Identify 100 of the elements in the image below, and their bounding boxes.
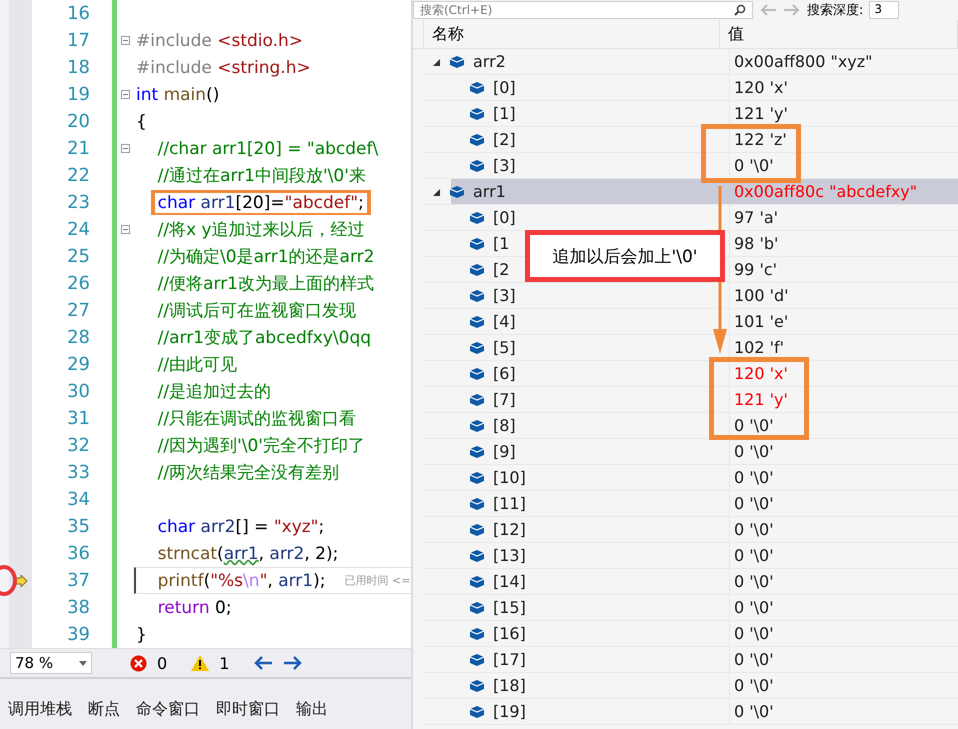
collapse-icon[interactable]	[121, 225, 130, 234]
code-line: //为确定\0是arr1的还是arr2	[156, 246, 376, 269]
forward-arrow-icon[interactable]	[283, 655, 304, 671]
variable-icon	[449, 184, 465, 198]
code-line: //char arr1[20] = "abcdef\	[156, 138, 380, 160]
variable-value: 0 '\0'	[733, 441, 775, 463]
variable-value: 100 'd'	[733, 285, 790, 307]
variable-name: [18]	[493, 676, 526, 695]
variable-name: [4]	[493, 312, 516, 331]
line-number: 39	[66, 624, 91, 645]
variable-icon	[469, 470, 485, 484]
variable-name: [15]	[493, 598, 526, 617]
line-number: 16	[66, 3, 91, 24]
variable-icon	[469, 548, 485, 562]
variable-name: [17]	[493, 650, 526, 669]
watch-row[interactable]: [16] 0 '\0'	[423, 621, 958, 647]
code-line: char arr2[] = "xyz";	[156, 516, 326, 538]
line-number: 24	[66, 219, 91, 240]
variable-value: 102 'f'	[733, 337, 786, 359]
collapse-icon[interactable]	[121, 144, 130, 153]
watch-row[interactable]: [3] 100 'd'	[423, 283, 958, 309]
variable-icon	[469, 704, 485, 718]
warning-count[interactable]: 1	[219, 654, 230, 672]
variable-value: 121 'y'	[733, 103, 789, 125]
annotation-callout: 追加以后会加上'\0'	[525, 230, 725, 282]
panel-tab[interactable]: 命令窗口	[136, 689, 200, 729]
watch-row[interactable]: [19] 0 '\0'	[423, 699, 958, 725]
watch-row[interactable]: [0] 97 'a'	[423, 205, 958, 231]
watch-row[interactable]: [3] 0 '\0'	[423, 153, 958, 179]
variable-icon	[469, 678, 485, 692]
watch-row[interactable]: [14] 0 '\0'	[423, 569, 958, 595]
search-icon	[734, 4, 746, 16]
line-number: 35	[66, 516, 91, 537]
column-header[interactable]: 名称	[423, 20, 720, 48]
variable-value: 122 'z'	[733, 129, 788, 151]
panel-tab[interactable]: 断点	[88, 689, 120, 729]
watch-row[interactable]: arr1 0x00aff80c "abcdefxy"	[423, 179, 958, 205]
collapse-arrow-icon[interactable]	[431, 56, 441, 66]
variable-name: [3]	[493, 156, 516, 175]
watch-row[interactable]: [7] 121 'y'	[423, 387, 958, 413]
variable-value: 0 '\0'	[733, 597, 775, 619]
column-header[interactable]: 值	[720, 20, 958, 48]
variable-name: [14]	[493, 572, 526, 591]
watch-row[interactable]: [6] 120 'x'	[423, 361, 958, 387]
watch-row[interactable]: [17] 0 '\0'	[423, 647, 958, 673]
zoom-dropdown[interactable]: 78 %	[10, 652, 92, 674]
code-line: #include <stdio.h>	[136, 30, 304, 52]
collapse-arrow-icon[interactable]	[431, 186, 441, 196]
variable-icon	[469, 314, 485, 328]
panel-tab[interactable]: 调用堆栈	[8, 689, 72, 729]
collapse-icon[interactable]	[121, 36, 130, 45]
error-icon	[130, 654, 147, 672]
watch-row[interactable]: [15] 0 '\0'	[423, 595, 958, 621]
variable-icon	[469, 522, 485, 536]
variable-icon	[469, 626, 485, 640]
line-number: 17	[66, 30, 91, 51]
variable-name: [12]	[493, 520, 526, 539]
line-number: 19	[66, 84, 91, 105]
watch-row[interactable]: [18] 0 '\0'	[423, 673, 958, 699]
watch-row[interactable]: [5] 102 'f'	[423, 335, 958, 361]
watch-row[interactable]: [2] 122 'z'	[423, 127, 958, 153]
variable-value: 0x00aff800 "xyz"	[733, 51, 874, 73]
code-line: //由此可见	[156, 354, 238, 377]
line-number: 22	[66, 165, 91, 186]
watch-row[interactable]: [11] 0 '\0'	[423, 491, 958, 517]
watch-row[interactable]: [9] 0 '\0'	[423, 439, 958, 465]
watch-row[interactable]: [4] 101 'e'	[423, 309, 958, 335]
line-number: 36	[66, 543, 91, 564]
variable-name: [1]	[493, 104, 516, 123]
search-depth-field[interactable]: 3	[869, 1, 900, 19]
collapse-icon[interactable]	[121, 90, 130, 99]
watch-row[interactable]: [8] 0 '\0'	[423, 413, 958, 439]
variable-icon	[469, 340, 485, 354]
watch-row[interactable]: [1] 121 'y'	[423, 101, 958, 127]
variable-value: 0 '\0'	[733, 649, 775, 671]
watch-row[interactable]: arr2 0x00aff800 "xyz"	[423, 49, 958, 75]
line-number: 32	[66, 435, 91, 456]
back-arrow-icon[interactable]	[253, 655, 274, 671]
code-line: //因为遇到'\0'完全不打印了	[156, 435, 366, 458]
variable-icon	[469, 366, 485, 380]
variable-icon	[469, 106, 485, 120]
variable-value: 0 '\0'	[733, 415, 775, 437]
variable-value: 0 '\0'	[733, 467, 775, 489]
panel-tab[interactable]: 输出	[296, 689, 328, 729]
variable-name: [9]	[493, 442, 516, 461]
watch-row[interactable]: [0] 120 'x'	[423, 75, 958, 101]
variable-icon	[469, 80, 485, 94]
variable-value: 0 '\0'	[733, 545, 775, 567]
error-count[interactable]: 0	[157, 654, 168, 672]
watch-row[interactable]: [12] 0 '\0'	[423, 517, 958, 543]
variable-value: 99 'c'	[733, 259, 778, 281]
watch-row[interactable]: [13] 0 '\0'	[423, 543, 958, 569]
variable-name: arr1	[473, 182, 506, 201]
variable-icon	[469, 652, 485, 666]
line-number: 27	[66, 300, 91, 321]
variable-name: [2	[493, 260, 510, 279]
panel-tab[interactable]: 即时窗口	[216, 689, 280, 729]
watch-row[interactable]: [10] 0 '\0'	[423, 465, 958, 491]
search-field[interactable]: 搜索(Ctrl+E)	[413, 1, 753, 19]
line-number: 37	[66, 570, 91, 591]
